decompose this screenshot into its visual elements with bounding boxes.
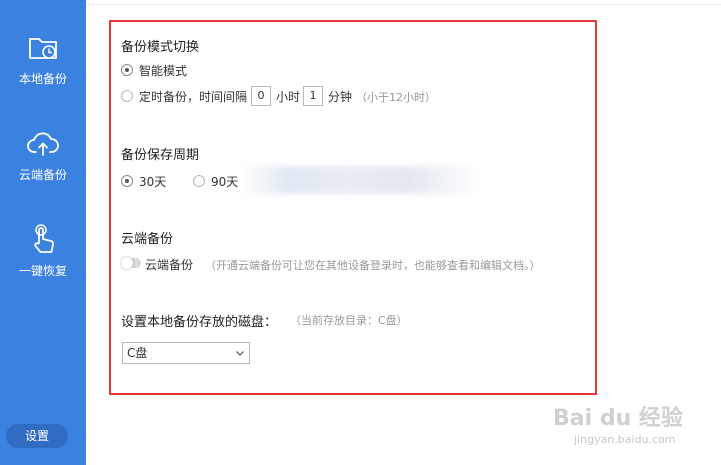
interval-hint: （小于12小时） (356, 91, 436, 104)
sidebar-item-local-backup[interactable]: 本地备份 (0, 30, 86, 110)
hours-unit: 小时 (276, 90, 301, 104)
settings-button[interactable]: 设置 (6, 424, 68, 448)
disk-select-value: C盘 (127, 346, 148, 360)
hours-input[interactable] (251, 86, 271, 106)
sidebar-item-label: 云端备份 (18, 168, 67, 182)
disk-hint: （当前存放目录：C盘） (290, 314, 408, 327)
sidebar-item-restore[interactable]: 一键恢复 (0, 222, 86, 302)
watermark-brand: Bai du 经验 (553, 406, 683, 431)
top-divider (86, 4, 721, 5)
cloud-section-title: 云端备份 (121, 232, 174, 247)
radio-timed-backup[interactable] (121, 90, 133, 102)
cloud-backup-toggle[interactable] (121, 257, 141, 269)
minutes-input[interactable] (303, 86, 323, 106)
watermark-url: jingyan.baidu.com (574, 433, 676, 446)
radio-90-days[interactable] (193, 175, 205, 187)
radio-30-days[interactable] (121, 175, 133, 187)
retention-90-label: 90天 (211, 175, 239, 189)
sidebar-item-label: 本地备份 (18, 72, 67, 86)
sidebar-item-cloud-backup[interactable]: 云端备份 (0, 126, 86, 206)
smart-mode-label: 智能模式 (139, 64, 188, 78)
folder-clock-icon (29, 38, 57, 59)
sidebar: 本地备份 云端备份 一键恢复 设置 (0, 0, 86, 465)
blurred-region (240, 166, 480, 194)
disk-section-title: 设置本地备份存放的磁盘： (121, 315, 278, 330)
mode-section-title: 备份模式切换 (121, 40, 200, 55)
minutes-unit: 分钟 (328, 90, 353, 104)
sidebar-item-label: 一键恢复 (18, 264, 67, 278)
retention-30-label: 30天 (139, 175, 167, 189)
retention-section-title: 备份保存周期 (121, 148, 200, 163)
chevron-down-icon (236, 351, 244, 356)
disk-select[interactable]: C盘 (122, 342, 250, 364)
radio-smart-mode[interactable] (121, 64, 133, 76)
timed-backup-label: 定时备份，时间间隔 (139, 90, 248, 104)
cloud-toggle-label: 云端备份 (145, 258, 194, 272)
cloud-upload-icon (27, 132, 59, 156)
hand-tap-icon (34, 224, 54, 253)
cloud-hint: （开通云端备份可让您在其他设备登录时，也能够查看和编辑文档。） (205, 259, 541, 272)
